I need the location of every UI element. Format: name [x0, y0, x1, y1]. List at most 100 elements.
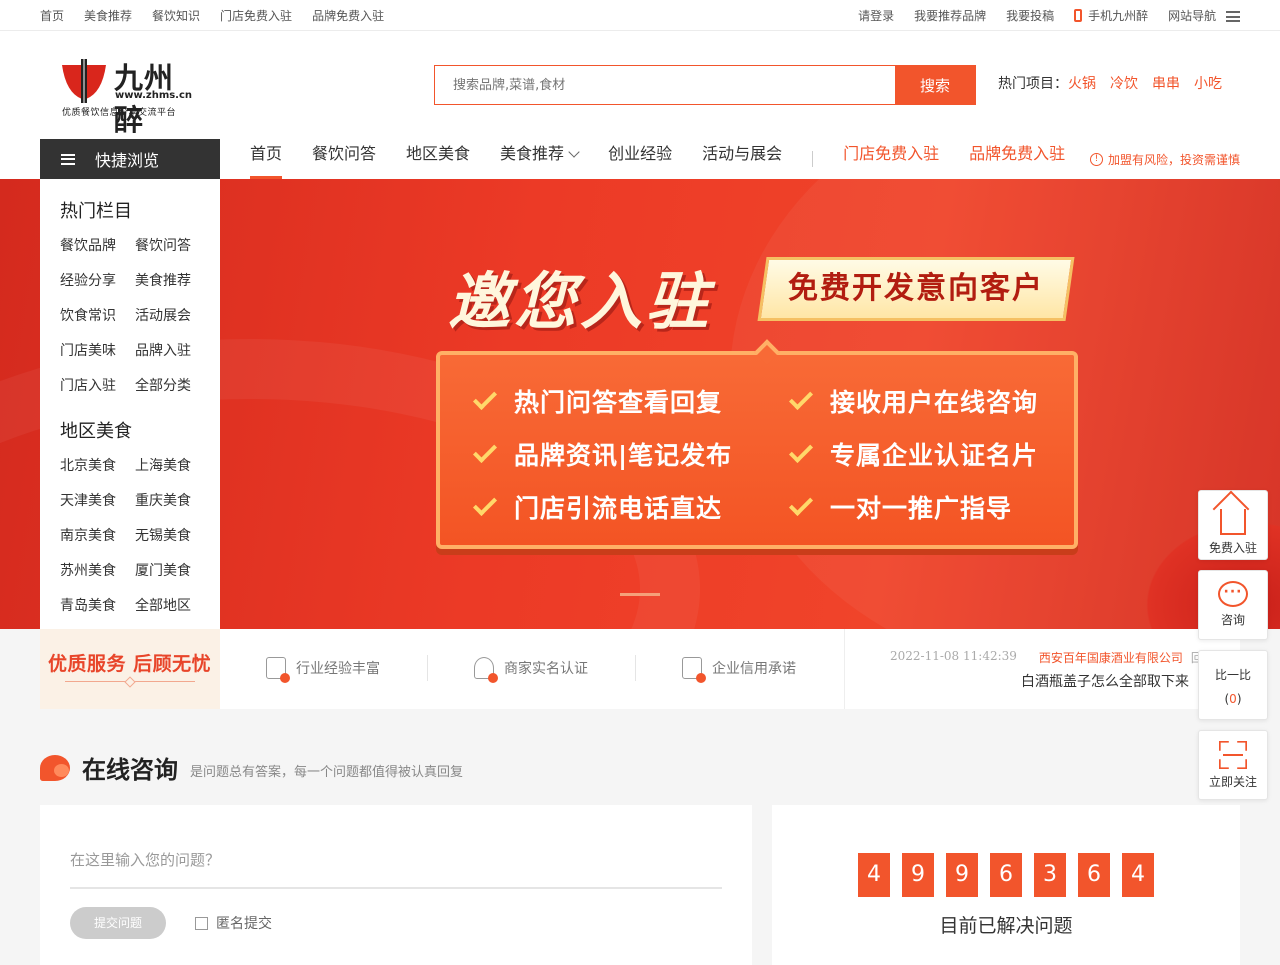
recommend-brand-link[interactable]: 我要推荐品牌	[914, 7, 986, 24]
carousel-indicator[interactable]	[620, 593, 660, 596]
question-input[interactable]: 在这里输入您的问题？	[70, 849, 722, 889]
quick-browse-label: 快捷浏览	[95, 151, 160, 170]
hot-item-hotpot[interactable]: 火锅	[1068, 73, 1096, 93]
counter-digit: 4	[858, 853, 890, 897]
login-link[interactable]: 请登录	[858, 7, 894, 24]
sidebar-link[interactable]: 门店美味	[60, 340, 135, 360]
sidebar-link[interactable]: 饮食常识	[60, 305, 135, 325]
nav-links: 首页 餐饮问答 地区美食 美食推荐 创业经验 活动与展会 门店免费入驻 品牌免费…	[250, 139, 1095, 179]
site-nav-link[interactable]: 网站导航	[1168, 7, 1240, 24]
search-bar: 搜索	[434, 65, 976, 105]
consult-title: 在线咨询	[82, 756, 178, 784]
nav-store-join[interactable]: 门店免费入驻	[843, 139, 939, 179]
hot-label: 热门项目：	[998, 76, 1068, 92]
banner-feature: 专属企业认证名片	[788, 436, 1038, 472]
mobile-site-link[interactable]: 手机九州醉	[1074, 7, 1148, 24]
menu-icon	[1226, 11, 1240, 22]
search-input[interactable]	[435, 66, 895, 104]
nav-events[interactable]: 活动与展会	[702, 139, 782, 179]
divider	[635, 655, 636, 681]
counter-digits: 4 9 9 6 3 6 4	[858, 853, 1154, 897]
top-link-knowledge[interactable]: 餐饮知识	[152, 7, 200, 24]
nav-food-recommend[interactable]: 美食推荐	[500, 139, 580, 179]
anonymous-checkbox[interactable]: 匿名提交	[195, 913, 272, 933]
top-link-home[interactable]: 首页	[40, 7, 64, 24]
hot-item-snacks[interactable]: 小吃	[1194, 73, 1222, 93]
nav-startup[interactable]: 创业经验	[608, 139, 672, 179]
counter-digit: 9	[946, 853, 978, 897]
sidebar-link[interactable]: 餐饮问答	[135, 235, 210, 255]
nav-qa[interactable]: 餐饮问答	[312, 139, 376, 179]
submit-article-link[interactable]: 我要投稿	[1006, 7, 1054, 24]
sidebar-link[interactable]: 青岛美食	[60, 595, 135, 615]
nav-home[interactable]: 首页	[250, 139, 283, 179]
reply-question-link[interactable]: 白酒瓶盖子怎么全部取下来	[1021, 671, 1189, 691]
compare-count: 0	[1229, 692, 1237, 706]
quick-browse-button[interactable]: 快捷浏览	[40, 139, 220, 179]
sidebar-link[interactable]: 全部地区	[135, 595, 210, 615]
sidebar-link[interactable]: 无锡美食	[135, 525, 210, 545]
nav-divider	[812, 151, 814, 167]
nav-brand-join[interactable]: 品牌免费入驻	[969, 139, 1065, 179]
sidebar-link[interactable]: 美食推荐	[135, 270, 210, 290]
hot-columns-list: 餐饮品牌 餐饮问答 经验分享 美食推荐 饮食常识 活动展会 门店美味 品牌入驻 …	[60, 235, 220, 395]
service-bar: 优质服务 后顾无忧 行业经验丰富 商家实名认证 企业信用承诺 2022-11-0…	[40, 629, 1240, 709]
follow-widget[interactable]: 立即关注	[1198, 730, 1268, 800]
sidebar-link[interactable]: 全部分类	[135, 375, 210, 395]
sidebar-link[interactable]: 南京美食	[60, 525, 135, 545]
banner-feature-text: 热门问答查看回复	[514, 388, 723, 417]
service-slogan: 优质服务 后顾无忧	[48, 653, 212, 675]
counter-digit: 6	[1078, 853, 1110, 897]
main-nav: 快捷浏览 首页 餐饮问答 地区美食 美食推荐 创业经验 活动与展会 门店免费入驻…	[0, 139, 1280, 179]
regional-food-title: 地区美食	[60, 421, 132, 442]
header: 九州醉 www.zhms.cn 优质餐饮信息分享交流平台 搜索 热门项目： 火锅…	[0, 31, 1280, 139]
sidebar-link[interactable]: 北京美食	[60, 455, 135, 475]
service-slogan-box: 优质服务 后顾无忧	[40, 629, 220, 709]
mobile-site-label: 手机九州醉	[1088, 9, 1149, 23]
free-join-label: 免费入驻	[1208, 541, 1257, 555]
nav-regional-food[interactable]: 地区美食	[406, 139, 470, 179]
banner-feature: 一对一推广指导	[788, 489, 1012, 525]
sidebar-link[interactable]: 天津美食	[60, 490, 135, 510]
banner-feature-text: 品牌资讯|笔记发布	[514, 441, 733, 470]
checkbox-icon	[195, 916, 208, 930]
check-icon	[472, 491, 498, 517]
qr-scan-icon	[1219, 741, 1247, 769]
banner-tag: 免费开发意向客户	[757, 257, 1075, 321]
chevron-down-icon	[568, 146, 580, 158]
top-link-brand-join[interactable]: 品牌免费入驻	[312, 7, 384, 24]
hot-item-cold-drinks[interactable]: 冷饮	[1110, 73, 1138, 93]
sidebar-link[interactable]: 厦门美食	[135, 560, 210, 580]
compare-label: 比一比	[1214, 668, 1251, 682]
sidebar-link[interactable]: 活动展会	[135, 305, 210, 325]
sidebar-link[interactable]: 重庆美食	[135, 490, 210, 510]
hot-item-skewers[interactable]: 串串	[1152, 73, 1180, 93]
consult-widget[interactable]: 咨询	[1198, 570, 1268, 640]
service-item: 商家实名认证	[474, 657, 588, 683]
ask-question-box: 在这里输入您的问题？ 提交问题 匿名提交	[40, 805, 752, 965]
search-button[interactable]: 搜索	[895, 66, 975, 104]
sidebar-link[interactable]: 门店入驻	[60, 375, 135, 395]
sidebar-link[interactable]: 上海美食	[135, 455, 210, 475]
counter-digit: 9	[902, 853, 934, 897]
banner-feature: 热门问答查看回复	[472, 383, 723, 419]
nav-food-recommend-label: 美食推荐	[500, 144, 565, 163]
logo-slogan: 优质餐饮信息分享交流平台	[62, 108, 177, 118]
top-link-store-join[interactable]: 门店免费入驻	[220, 7, 292, 24]
divider	[844, 629, 845, 709]
free-join-widget[interactable]: 免费入驻	[1198, 490, 1268, 560]
sidebar-link[interactable]: 经验分享	[60, 270, 135, 290]
top-link-food-recommend[interactable]: 美食推荐	[84, 7, 132, 24]
submit-question-button[interactable]: 提交问题	[70, 907, 166, 939]
chat-icon	[1218, 581, 1248, 607]
sidebar-link[interactable]: 品牌入驻	[135, 340, 210, 360]
logo[interactable]: 九州醉 www.zhms.cn 优质餐饮信息分享交流平台	[60, 55, 195, 137]
sidebar-link[interactable]: 餐饮品牌	[60, 235, 135, 255]
sidebar-link[interactable]: 苏州美食	[60, 560, 135, 580]
reply-company-link[interactable]: 西安百年国康酒业有限公司	[1039, 649, 1183, 666]
check-icon	[788, 438, 814, 464]
check-icon	[788, 491, 814, 517]
verified-user-icon	[474, 657, 498, 683]
compare-widget[interactable]: 比一比 (0)	[1198, 650, 1268, 720]
home-icon	[1220, 509, 1246, 535]
